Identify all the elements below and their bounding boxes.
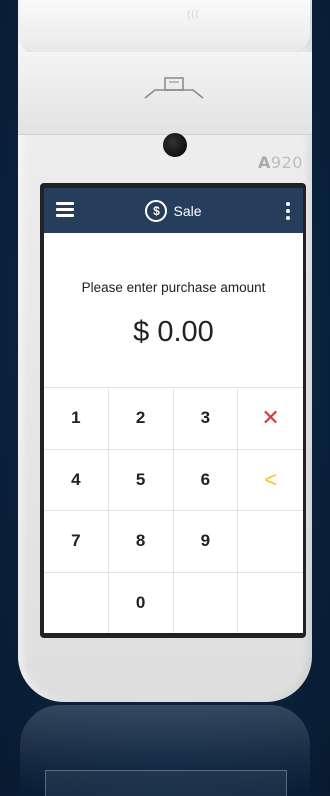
key-8[interactable]: 8: [108, 511, 174, 573]
key-blank: [174, 572, 239, 633]
key-blank: [238, 511, 303, 573]
page-title: $ Sale: [44, 188, 303, 233]
key-blank: [238, 573, 303, 634]
numeric-keypad: 1 2 3 ✕ 4 5 6 < 7 8 9 0: [44, 387, 303, 633]
dollar-circle-icon: $: [145, 199, 168, 222]
app-bar: $ Sale: [44, 188, 303, 233]
model-label: A920: [258, 153, 303, 172]
key-9[interactable]: 9: [173, 511, 239, 573]
key-6[interactable]: 6: [173, 449, 239, 511]
reflection-screen: [45, 770, 287, 796]
camera-lens: [163, 133, 187, 157]
key-blank: [44, 572, 109, 633]
key-2[interactable]: 2: [108, 388, 174, 450]
sale-title-text: Sale: [173, 202, 202, 219]
amount-prompt: Please enter purchase amount: [81, 280, 266, 295]
terminal-top-cap: (((: [20, 0, 310, 52]
amount-display: $ 0.00: [133, 316, 214, 348]
contactless-icon: (((: [186, 8, 200, 21]
printer-slot-icon: [144, 77, 204, 99]
key-7[interactable]: 7: [44, 511, 109, 573]
key-3[interactable]: 3: [173, 388, 239, 450]
key-1[interactable]: 1: [44, 388, 109, 450]
key-0[interactable]: 0: [109, 572, 174, 633]
kebab-icon[interactable]: [285, 202, 291, 220]
key-4[interactable]: 4: [44, 449, 109, 511]
cancel-button[interactable]: ✕: [238, 388, 303, 450]
touchscreen: $ Sale Please enter purchase amount $ 0.…: [44, 188, 303, 633]
key-5[interactable]: 5: [108, 449, 174, 511]
backspace-button[interactable]: <: [238, 450, 303, 511]
